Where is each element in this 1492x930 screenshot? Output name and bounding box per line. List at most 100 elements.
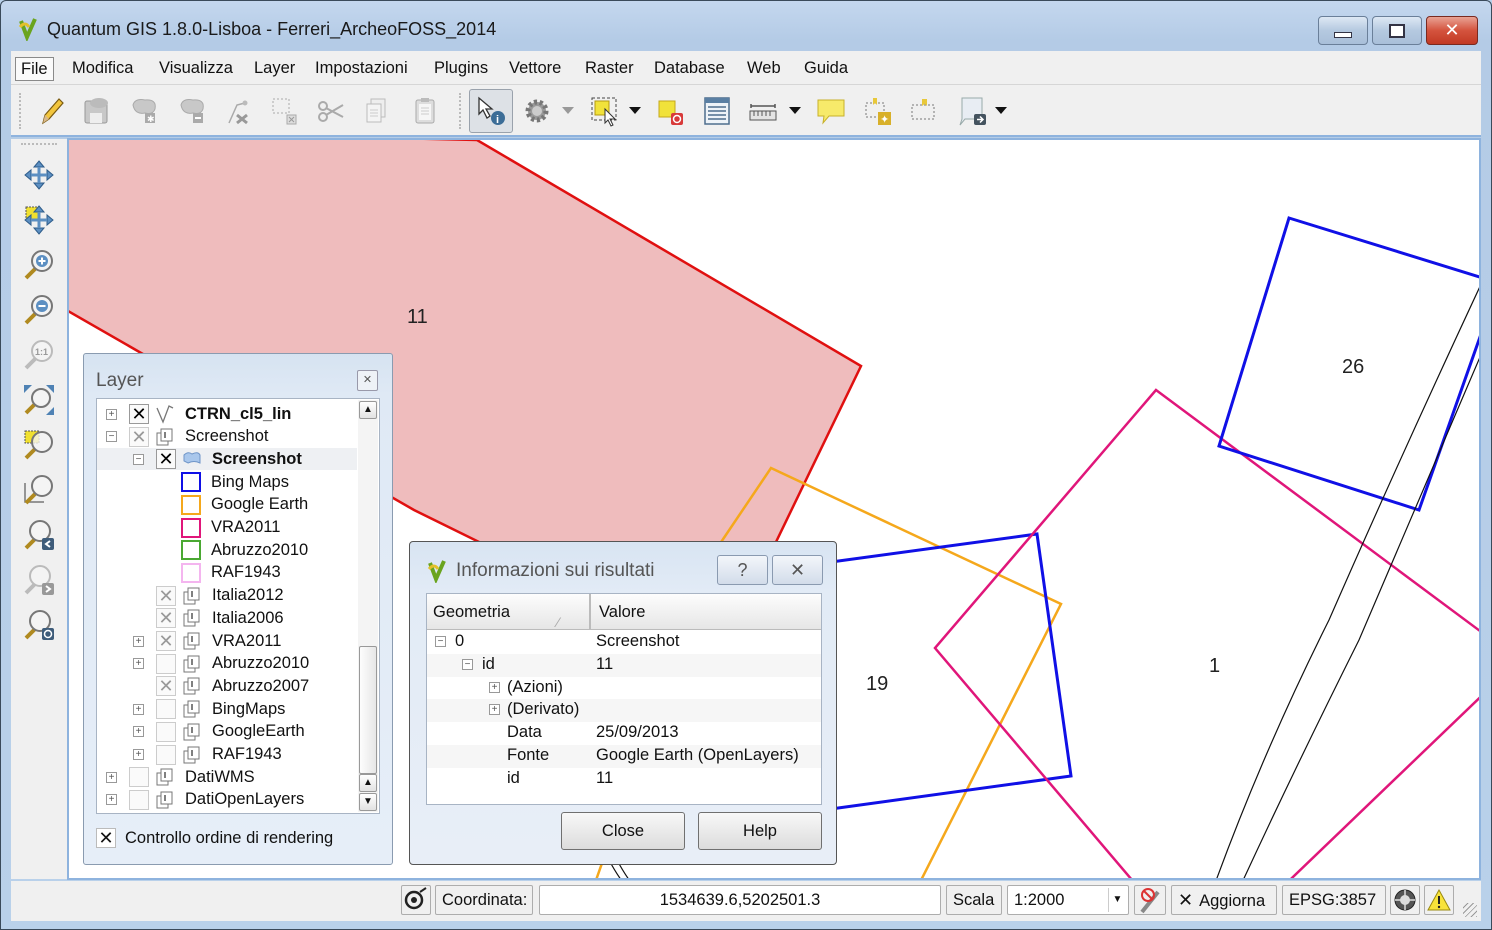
expand-icon[interactable]: + [106, 408, 117, 420]
show-bookmarks-button[interactable] [905, 91, 945, 131]
scroll-up-button[interactable]: ▲ [359, 774, 377, 792]
identify-features-button[interactable]: i [469, 89, 513, 133]
menu-visualizza[interactable]: Visualizza [154, 57, 238, 81]
cut-features-button[interactable] [311, 91, 351, 131]
deselect-all-button[interactable] [651, 91, 691, 131]
annotation-dropdown[interactable] [995, 107, 1007, 114]
layer-tree-row[interactable]: Google Earth [97, 494, 357, 516]
toggle-editing-button[interactable] [31, 91, 71, 131]
crs-button[interactable]: EPSG:3857 [1282, 885, 1386, 915]
zoom-to-layer-button[interactable] [21, 472, 57, 508]
dialog-help-button[interactable]: ? [717, 555, 768, 585]
render-order-control[interactable]: ✕ Controllo ordine di rendering [96, 828, 333, 848]
close-window-button[interactable]: ✕ [1426, 16, 1478, 45]
menu-modifica[interactable]: Modifica [67, 57, 138, 81]
zoom-to-selection-button[interactable] [21, 427, 57, 463]
measure-line-button[interactable] [743, 91, 783, 131]
coordinate-toggle-button[interactable] [401, 885, 431, 915]
crs-status-button[interactable] [1390, 885, 1420, 915]
scroll-down-button[interactable]: ▼ [359, 793, 377, 811]
close-button[interactable]: Close [561, 812, 685, 850]
menu-database[interactable]: Database [649, 57, 730, 81]
layer-tree-row[interactable]: ✕ Italia2012 [97, 585, 357, 607]
collapse-icon[interactable]: − [435, 636, 446, 647]
select-features-button[interactable] [585, 91, 625, 131]
maximize-button[interactable] [1372, 16, 1422, 45]
menu-raster[interactable]: Raster [580, 57, 639, 81]
open-attribute-table-button[interactable] [697, 91, 737, 131]
result-row[interactable]: Fonte Google Earth (OpenLayers) [427, 745, 821, 768]
menu-vettore[interactable]: Vettore [504, 57, 566, 81]
run-action-dropdown[interactable] [562, 107, 574, 114]
expand-icon[interactable]: + [106, 771, 117, 783]
expand-icon[interactable]: + [133, 635, 144, 647]
menu-impostazioni[interactable]: Impostazioni [310, 57, 413, 81]
layer-tree-row[interactable]: + ✕ DatiWMS [97, 766, 357, 788]
scroll-up-button[interactable]: ▲ [359, 401, 377, 419]
layer-tree-row[interactable]: Abruzzo2010 [97, 539, 357, 561]
layer-tree-row[interactable]: − ✕ Screenshot [97, 448, 357, 471]
layer-tree-row[interactable]: + ✕ RAF1943 [97, 744, 357, 766]
layer-visibility-checkbox[interactable]: ✕ [156, 449, 176, 470]
zoom-out-button[interactable] [21, 292, 57, 328]
text-annotation-button[interactable] [953, 91, 993, 131]
run-action-button[interactable] [517, 91, 557, 131]
toolbar-grip[interactable] [459, 93, 463, 129]
layer-visibility-checkbox[interactable]: ✕ [156, 653, 176, 674]
zoom-full-button[interactable] [21, 382, 57, 418]
copy-features-button[interactable] [357, 91, 397, 131]
delete-selected-button[interactable] [265, 91, 305, 131]
move-feature-button[interactable] [173, 91, 213, 131]
measure-dropdown[interactable] [789, 107, 801, 114]
layer-visibility-checkbox[interactable]: ✕ [129, 404, 149, 424]
result-row[interactable]: id 11 [427, 768, 821, 791]
node-tool-button[interactable] [219, 91, 259, 131]
layer-visibility-checkbox[interactable]: ✕ [156, 676, 176, 697]
layer-visibility-checkbox[interactable]: ✕ [156, 699, 176, 720]
layer-tree-row[interactable]: VRA2011 [97, 517, 357, 539]
result-row[interactable]: −0 Screenshot [427, 631, 821, 654]
layer-tree-row[interactable]: + ✕ CTRN_cl5_lin [97, 403, 357, 425]
layer-visibility-checkbox[interactable]: ✕ [129, 426, 149, 447]
menu-web[interactable]: Web [742, 57, 786, 81]
menu-plugins[interactable]: Plugins [429, 57, 493, 81]
expand-icon[interactable]: + [133, 749, 144, 760]
layer-tree-row[interactable]: RAF1943 [97, 562, 357, 584]
render-checkbox[interactable]: ✕ [1178, 890, 1193, 910]
layer-visibility-checkbox[interactable]: ✕ [129, 789, 149, 810]
layer-visibility-checkbox[interactable]: ✕ [156, 608, 176, 629]
result-row[interactable]: Data 25/09/2013 [427, 722, 821, 745]
collapse-icon[interactable]: − [106, 431, 117, 443]
column-header-geometria[interactable]: Geometria ⁄ [427, 594, 591, 630]
layer-tree-row[interactable]: + ✕ BingMaps [97, 698, 357, 720]
toolbar-grip[interactable] [21, 143, 57, 147]
new-bookmark-button[interactable]: ✦ [859, 91, 899, 131]
toolbar-grip[interactable] [19, 93, 23, 129]
refresh-button[interactable] [21, 607, 57, 643]
messages-button[interactable] [1424, 885, 1454, 915]
render-toggle[interactable]: ✕ Aggiorna [1171, 885, 1277, 915]
result-row[interactable]: + (Derivato) [427, 699, 821, 723]
layer-tree-row[interactable]: ✕ Italia2006 [97, 607, 357, 629]
layer-tree-row[interactable]: + ✕ GoogleEarth [97, 721, 357, 743]
scroll-thumb[interactable] [359, 646, 377, 774]
collapse-icon[interactable]: − [133, 453, 144, 465]
minimize-button[interactable] [1318, 16, 1368, 45]
zoom-last-button[interactable] [21, 517, 57, 553]
save-edits-button[interactable] [77, 91, 117, 131]
menu-guida[interactable]: Guida [799, 57, 853, 81]
layer-tree-row[interactable]: ✕ Abruzzo2007 [97, 675, 357, 697]
resize-grip[interactable] [1463, 903, 1477, 917]
dialog-close-button[interactable]: ✕ [772, 555, 823, 585]
render-order-checkbox[interactable]: ✕ [96, 828, 116, 848]
expand-icon[interactable]: + [489, 704, 500, 716]
layer-visibility-checkbox[interactable]: ✕ [156, 585, 176, 606]
result-row[interactable]: − id 11 [427, 653, 821, 677]
select-features-dropdown[interactable] [629, 107, 641, 114]
pan-map-button[interactable] [21, 157, 57, 193]
zoom-in-button[interactable] [21, 247, 57, 283]
expand-icon[interactable]: + [133, 726, 144, 738]
layer-visibility-checkbox[interactable]: ✕ [156, 744, 176, 765]
layer-tree-row[interactable]: Bing Maps [97, 471, 357, 493]
layer-visibility-checkbox[interactable]: ✕ [156, 631, 176, 651]
